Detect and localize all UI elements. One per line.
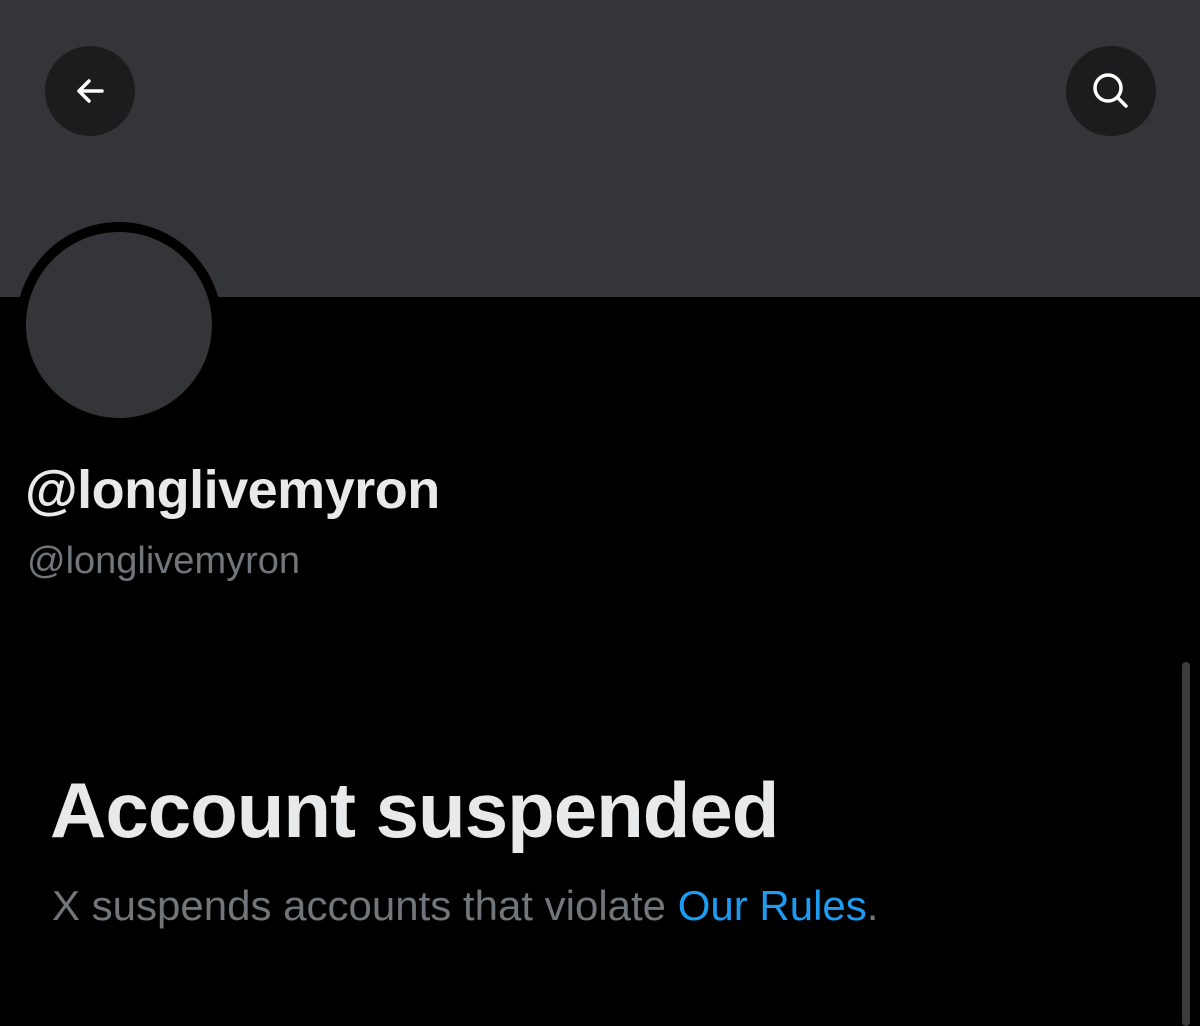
suspension-message-prefix: X suspends accounts that violate <box>52 882 678 929</box>
suspension-message-suffix: . <box>866 882 879 929</box>
our-rules-link[interactable]: Our Rules <box>678 882 867 929</box>
suspension-message: X suspends accounts that violate Our Rul… <box>52 882 878 930</box>
suspension-title: Account suspended <box>50 766 779 854</box>
arrow-left-icon <box>70 71 110 111</box>
back-button[interactable] <box>45 46 135 136</box>
search-button[interactable] <box>1066 46 1156 136</box>
avatar[interactable] <box>26 232 212 418</box>
display-name: @longlivemyron <box>25 460 440 520</box>
scrollbar[interactable] <box>1182 662 1190 1026</box>
user-handle: @longlivemyron <box>27 540 301 582</box>
profile-page: @longlivemyron @longlivemyron Account su… <box>0 0 1200 1026</box>
search-icon <box>1088 68 1134 114</box>
